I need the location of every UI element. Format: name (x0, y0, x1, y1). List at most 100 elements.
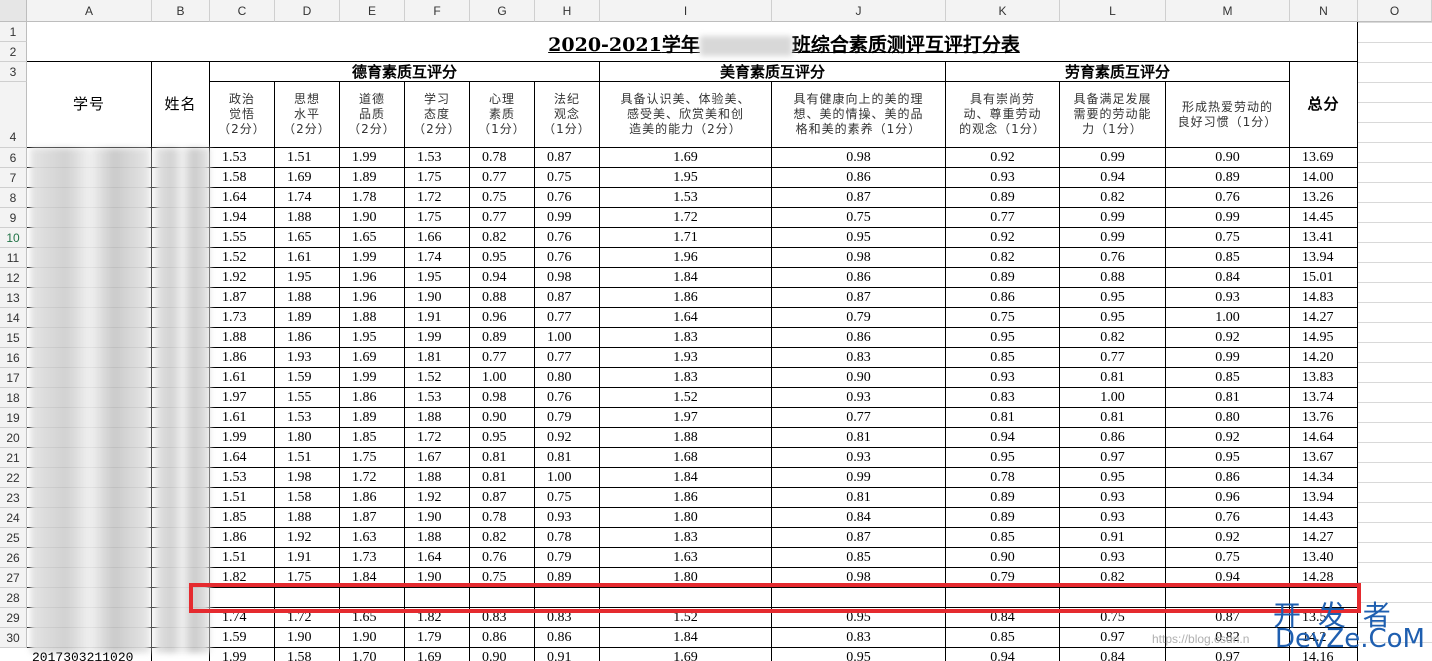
data-cell[interactable]: 15.01 (1290, 268, 1358, 288)
data-cell[interactable]: 0.76 (1060, 248, 1166, 268)
data-cell[interactable]: 1.53 (275, 408, 340, 428)
data-cell[interactable]: 0.86 (1060, 428, 1166, 448)
data-cell[interactable]: 0.99 (1060, 208, 1166, 228)
data-cell[interactable]: 0.98 (772, 148, 946, 168)
data-cell[interactable]: 1.91 (275, 548, 340, 568)
data-cell[interactable]: 0.99 (535, 208, 600, 228)
data-cell[interactable]: 0.86 (470, 628, 535, 648)
data-cell[interactable]: 0.87 (535, 148, 600, 168)
data-cell[interactable]: 0.86 (535, 628, 600, 648)
data-cell[interactable]: 0.86 (946, 288, 1060, 308)
row-header[interactable]: 14 (0, 308, 27, 328)
header-total[interactable]: 总分 (1290, 62, 1358, 148)
data-cell[interactable]: 0.81 (1060, 368, 1166, 388)
row-header[interactable]: 30 (0, 628, 27, 648)
column-header[interactable]: O (1358, 0, 1432, 22)
data-cell[interactable]: 0.81 (470, 468, 535, 488)
data-cell[interactable]: 0.82 (946, 248, 1060, 268)
data-cell[interactable]: 1.00 (1060, 388, 1166, 408)
data-cell[interactable]: 0.77 (470, 208, 535, 228)
data-cell[interactable]: 1.88 (275, 508, 340, 528)
data-cell[interactable]: 0.82 (1060, 328, 1166, 348)
data-cell[interactable]: 0.88 (1060, 268, 1166, 288)
data-cell[interactable]: 0.78 (535, 528, 600, 548)
data-cell[interactable]: 1.69 (600, 648, 772, 661)
data-cell[interactable]: 1.72 (340, 468, 405, 488)
data-cell[interactable]: 1.95 (405, 268, 470, 288)
data-cell[interactable]: 1.90 (405, 288, 470, 308)
data-cell[interactable]: 0.94 (946, 428, 1060, 448)
data-cell[interactable]: 0.87 (772, 188, 946, 208)
row-header[interactable]: 25 (0, 528, 27, 548)
data-cell[interactable]: 1.88 (275, 288, 340, 308)
data-cell[interactable]: 0.95 (772, 648, 946, 661)
column-header[interactable]: H (535, 0, 600, 22)
header-sub-1[interactable]: 思想 水平 （2分） (275, 82, 340, 148)
header-student-id[interactable]: 学号 (27, 62, 152, 148)
data-cell[interactable]: 1.70 (340, 648, 405, 661)
data-cell[interactable]: 1.61 (210, 368, 275, 388)
sheet-title[interactable]: 2020-2021学年 班综合素质测评互评打分表 (210, 30, 1358, 58)
data-cell[interactable]: 1.95 (275, 268, 340, 288)
data-cell[interactable]: 1.86 (275, 328, 340, 348)
data-cell[interactable]: 1.79 (405, 628, 470, 648)
row-header[interactable]: 15 (0, 328, 27, 348)
select-all-corner[interactable] (0, 0, 27, 22)
data-cell[interactable]: 1.86 (340, 388, 405, 408)
data-cell[interactable]: 1.53 (210, 468, 275, 488)
column-header[interactable]: L (1060, 0, 1166, 22)
data-cell[interactable]: 1.90 (340, 628, 405, 648)
data-cell[interactable]: 0.85 (1166, 248, 1290, 268)
data-cell[interactable]: 0.98 (535, 268, 600, 288)
data-cell[interactable]: 1.73 (210, 308, 275, 328)
data-cell[interactable]: 0.94 (946, 648, 1060, 661)
data-cell[interactable]: 0.84 (1060, 648, 1166, 661)
column-header[interactable]: G (470, 0, 535, 22)
data-cell[interactable]: 0.75 (1166, 548, 1290, 568)
data-cell[interactable]: 0.82 (1060, 188, 1166, 208)
data-cell[interactable]: 0.83 (772, 628, 946, 648)
data-cell[interactable]: 0.86 (772, 168, 946, 188)
data-cell[interactable]: 1.90 (275, 628, 340, 648)
data-cell[interactable]: 0.86 (772, 268, 946, 288)
data-cell[interactable]: 1.96 (340, 268, 405, 288)
data-cell[interactable]: 13.74 (1290, 388, 1358, 408)
data-cell[interactable]: 1.92 (405, 488, 470, 508)
data-cell[interactable]: 1.51 (210, 548, 275, 568)
data-cell[interactable]: 1.86 (210, 348, 275, 368)
data-cell[interactable]: 0.92 (535, 428, 600, 448)
data-cell[interactable]: 14.20 (1290, 348, 1358, 368)
data-cell[interactable]: 0.95 (946, 448, 1060, 468)
data-cell[interactable]: 1.86 (340, 488, 405, 508)
row-header[interactable]: 16 (0, 348, 27, 368)
data-cell[interactable]: 0.87 (470, 488, 535, 508)
data-cell[interactable]: 0.93 (772, 388, 946, 408)
data-cell[interactable]: 1.89 (340, 408, 405, 428)
data-cell[interactable]: 0.77 (535, 308, 600, 328)
data-cell[interactable]: 1.69 (405, 648, 470, 661)
data-cell[interactable]: 0.93 (1166, 288, 1290, 308)
row-header[interactable]: 22 (0, 468, 27, 488)
data-cell[interactable]: 1.61 (275, 248, 340, 268)
data-cell[interactable]: 1.80 (600, 508, 772, 528)
row-header[interactable]: 17 (0, 368, 27, 388)
data-cell[interactable]: 0.89 (946, 508, 1060, 528)
data-cell[interactable]: 0.97 (1166, 648, 1290, 661)
row-header[interactable]: 11 (0, 248, 27, 268)
data-cell[interactable]: 0.81 (772, 488, 946, 508)
data-cell[interactable]: 1.98 (275, 468, 340, 488)
row-header[interactable]: 9 (0, 208, 27, 228)
data-cell[interactable]: 1.53 (600, 188, 772, 208)
data-cell[interactable]: 1.72 (405, 188, 470, 208)
data-cell[interactable]: 1.53 (405, 388, 470, 408)
data-cell[interactable]: 1.84 (600, 268, 772, 288)
data-cell[interactable]: 1.86 (210, 528, 275, 548)
row-header[interactable]: 6 (0, 148, 27, 168)
data-cell[interactable]: 0.99 (1166, 348, 1290, 368)
row-header[interactable]: 29 (0, 608, 27, 628)
data-cell[interactable]: 0.82 (470, 528, 535, 548)
row-header[interactable]: 24 (0, 508, 27, 528)
data-cell[interactable]: 0.75 (1166, 228, 1290, 248)
data-cell[interactable]: 0.80 (1166, 408, 1290, 428)
row-header[interactable]: 4 (0, 82, 27, 148)
